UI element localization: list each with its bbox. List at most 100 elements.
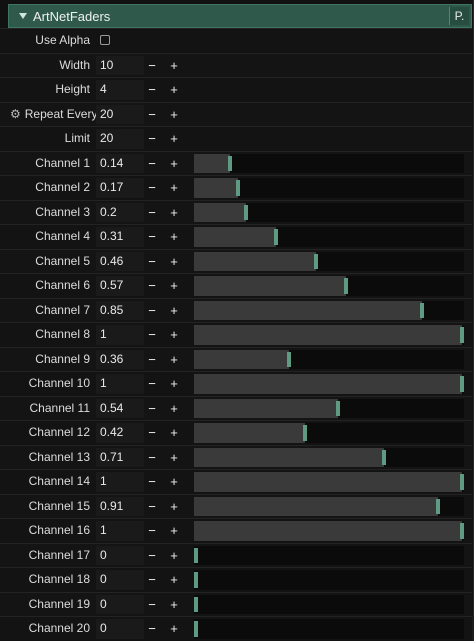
decrement-button[interactable]: − (146, 299, 158, 323)
increment-button[interactable]: + (168, 54, 180, 78)
channel-value[interactable]: 0 (96, 570, 144, 590)
increment-button[interactable]: + (168, 372, 180, 396)
use-alpha-checkbox[interactable] (100, 35, 110, 45)
channel-value[interactable]: 0.54 (96, 398, 144, 418)
decrement-button[interactable]: − (146, 348, 158, 372)
decrement-button[interactable]: − (146, 593, 158, 617)
channel-value[interactable]: 0.31 (96, 227, 144, 247)
increment-button[interactable]: + (168, 176, 180, 200)
decrement-button[interactable]: − (146, 372, 158, 396)
channel-fader[interactable] (194, 472, 464, 492)
channel-fader[interactable] (194, 276, 464, 296)
decrement-button[interactable]: − (146, 201, 158, 225)
decrement-button[interactable]: − (146, 225, 158, 249)
decrement-button[interactable]: − (146, 127, 158, 151)
fader-handle[interactable] (381, 449, 386, 465)
channel-fader[interactable] (194, 398, 464, 418)
decrement-button[interactable]: − (146, 54, 158, 78)
channel-value[interactable]: 1 (96, 521, 144, 541)
width-value[interactable]: 10 (96, 55, 144, 75)
increment-button[interactable]: + (168, 152, 180, 176)
channel-value[interactable]: 0.71 (96, 447, 144, 467)
channel-fader[interactable] (194, 423, 464, 443)
increment-button[interactable]: + (168, 323, 180, 347)
increment-button[interactable]: + (168, 299, 180, 323)
increment-button[interactable]: + (168, 348, 180, 372)
fader-handle[interactable] (419, 302, 424, 318)
increment-button[interactable]: + (168, 495, 180, 519)
panel-header[interactable]: ArtNetFaders P. (8, 4, 472, 28)
decrement-button[interactable]: − (146, 544, 158, 568)
decrement-button[interactable]: − (146, 446, 158, 470)
channel-fader[interactable] (194, 447, 464, 467)
fader-handle[interactable] (227, 155, 232, 171)
channel-value[interactable]: 0.57 (96, 276, 144, 296)
decrement-button[interactable]: − (146, 470, 158, 494)
fader-handle[interactable] (314, 253, 319, 269)
channel-value[interactable]: 0.2 (96, 202, 144, 222)
limit-value[interactable]: 20 (96, 129, 144, 149)
fader-handle[interactable] (287, 351, 292, 367)
height-value[interactable]: 4 (96, 80, 144, 100)
gear-icon[interactable]: ⚙ (10, 107, 21, 121)
increment-button[interactable]: + (168, 470, 180, 494)
fader-handle[interactable] (460, 376, 464, 392)
decrement-button[interactable]: − (146, 274, 158, 298)
channel-value[interactable]: 0 (96, 545, 144, 565)
increment-button[interactable]: + (168, 78, 180, 102)
fader-handle[interactable] (194, 572, 198, 588)
decrement-button[interactable]: − (146, 568, 158, 592)
channel-value[interactable]: 0 (96, 619, 144, 639)
increment-button[interactable]: + (168, 274, 180, 298)
channel-fader[interactable] (194, 496, 464, 516)
increment-button[interactable]: + (168, 201, 180, 225)
increment-button[interactable]: + (168, 127, 180, 151)
collapse-triangle-icon[interactable] (19, 13, 27, 19)
channel-fader[interactable] (194, 153, 464, 173)
channel-fader[interactable] (194, 349, 464, 369)
channel-fader[interactable] (194, 178, 464, 198)
channel-value[interactable]: 1 (96, 325, 144, 345)
decrement-button[interactable]: − (146, 617, 158, 641)
decrement-button[interactable]: − (146, 421, 158, 445)
decrement-button[interactable]: − (146, 152, 158, 176)
fader-handle[interactable] (460, 474, 464, 490)
channel-value[interactable]: 0.91 (96, 496, 144, 516)
channel-fader[interactable] (194, 521, 464, 541)
channel-fader[interactable] (194, 619, 464, 639)
decrement-button[interactable]: − (146, 250, 158, 274)
fader-handle[interactable] (460, 327, 464, 343)
fader-handle[interactable] (303, 425, 308, 441)
channel-value[interactable]: 0.17 (96, 178, 144, 198)
channel-fader[interactable] (194, 594, 464, 614)
decrement-button[interactable]: − (146, 519, 158, 543)
increment-button[interactable]: + (168, 250, 180, 274)
increment-button[interactable]: + (168, 568, 180, 592)
increment-button[interactable]: + (168, 617, 180, 641)
fader-handle[interactable] (194, 596, 198, 612)
channel-fader[interactable] (194, 325, 464, 345)
fader-handle[interactable] (435, 498, 440, 514)
decrement-button[interactable]: − (146, 495, 158, 519)
increment-button[interactable]: + (168, 225, 180, 249)
channel-value[interactable]: 0.46 (96, 251, 144, 271)
channel-value[interactable]: 1 (96, 374, 144, 394)
channel-fader[interactable] (194, 227, 464, 247)
channel-value[interactable]: 1 (96, 472, 144, 492)
channel-fader[interactable] (194, 300, 464, 320)
decrement-button[interactable]: − (146, 176, 158, 200)
channel-fader[interactable] (194, 374, 464, 394)
channel-fader[interactable] (194, 570, 464, 590)
increment-button[interactable]: + (168, 593, 180, 617)
fader-handle[interactable] (244, 204, 248, 220)
channel-value[interactable]: 0.14 (96, 153, 144, 173)
channel-value[interactable]: 0.36 (96, 349, 144, 369)
decrement-button[interactable]: − (146, 323, 158, 347)
fader-handle[interactable] (194, 547, 198, 563)
fader-handle[interactable] (343, 278, 348, 294)
parameters-button[interactable]: P. (449, 7, 469, 25)
fader-handle[interactable] (194, 621, 198, 637)
increment-button[interactable]: + (168, 103, 180, 127)
repeat-every-value[interactable]: 20 (96, 104, 144, 124)
increment-button[interactable]: + (168, 519, 180, 543)
